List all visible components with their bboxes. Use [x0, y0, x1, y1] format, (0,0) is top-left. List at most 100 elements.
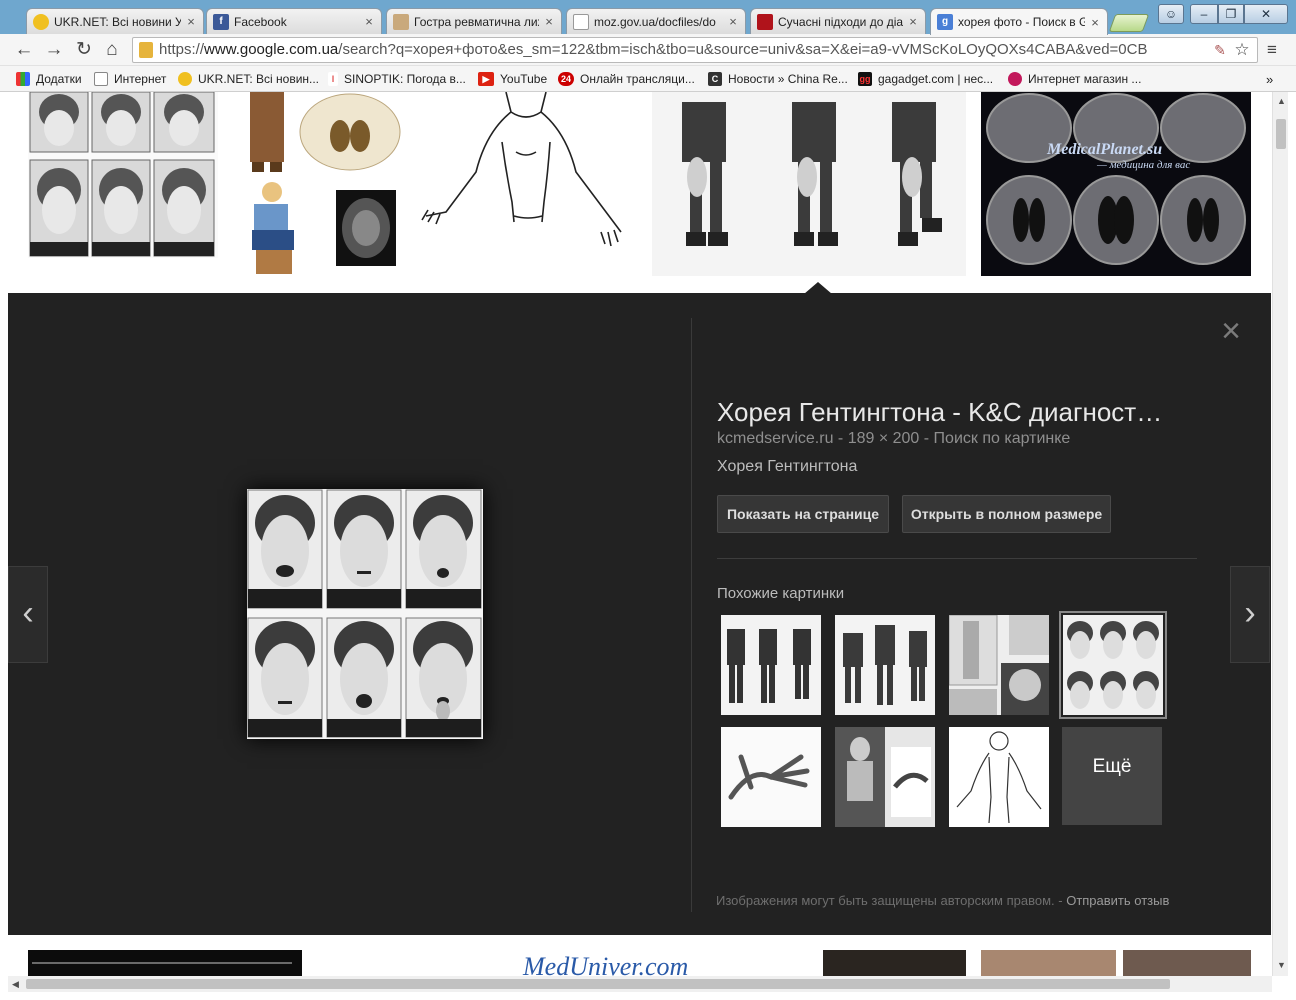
tab-modern-approaches[interactable]: Сучасні підходи до діаг × [750, 8, 926, 34]
close-tab-icon[interactable]: × [543, 14, 555, 29]
bookmark-label: Интернет магазин ... [1028, 72, 1142, 86]
preview-image[interactable] [247, 489, 483, 739]
tab-title: Сучасні підходи до діаг [778, 14, 903, 29]
dancing-boys-image [652, 92, 966, 276]
bookmark-internet[interactable]: Интернет [94, 70, 166, 88]
similar-image-1[interactable] [721, 615, 821, 715]
close-tab-icon[interactable]: × [907, 14, 919, 29]
result-image-bottom-1[interactable] [28, 950, 302, 976]
address-bar[interactable]: https://www.google.com.ua/search?q=хорея… [132, 37, 1258, 63]
similar-image-4-selected[interactable] [1059, 611, 1167, 719]
similar-image-7[interactable] [949, 727, 1049, 827]
result-image-anatomy[interactable] [232, 92, 402, 276]
bookmark-online-tv[interactable]: 24 Онлайн трансляци... [558, 70, 695, 88]
preview-title[interactable]: Хорея Гентингтона - K&C диагност… [717, 397, 1197, 428]
next-image-button[interactable]: › [1230, 566, 1270, 663]
reload-icon[interactable]: ↻ [72, 38, 96, 62]
similar-image-5[interactable] [721, 727, 821, 827]
user-icon[interactable]: ☺ [1158, 4, 1184, 24]
bookmark-shop[interactable]: Интернет магазин ... [1008, 70, 1141, 88]
horizontal-scroll-thumb[interactable] [26, 979, 1170, 989]
result-image-faces[interactable] [28, 92, 218, 258]
tab-google-search[interactable]: g хорея фото - Поиск в G × [930, 8, 1108, 35]
close-tab-icon[interactable]: × [185, 14, 197, 29]
tab-facebook[interactable]: f Facebook × [206, 8, 382, 34]
feedback-separator: - [1054, 893, 1067, 908]
result-image-bottom-4[interactable] [981, 950, 1116, 976]
meta-separator: - [833, 430, 848, 447]
forward-icon[interactable]: → [42, 38, 66, 62]
horizontal-scrollbar[interactable]: ◀ [8, 976, 1272, 992]
bookmark-label: YouTube [500, 72, 548, 86]
mri-scans-image: MedicalPlanet.su — медицина для вас [981, 92, 1251, 276]
bookmark-gagadget[interactable]: gg gagadget.com | нес... [858, 70, 993, 88]
result-image-bottom-3[interactable] [823, 950, 966, 976]
result-image-boys[interactable] [652, 92, 966, 276]
bookmark-label: Додатки [36, 72, 82, 86]
facebook-icon: f [213, 13, 229, 30]
scroll-down-icon[interactable]: ▼ [1277, 960, 1286, 970]
prev-image-button[interactable]: ‹ [8, 566, 48, 663]
result-image-mri[interactable]: MedicalPlanet.su — медицина для вас [981, 92, 1251, 276]
result-image-meduniver[interactable]: MedUniver.com [519, 950, 807, 976]
meduniver-logo-text: MedUniver.com [523, 952, 689, 976]
huntington-faces-image [247, 489, 483, 739]
close-tab-icon[interactable]: × [363, 14, 375, 29]
copyright-text: Изображения могут быть защищены авторски… [716, 893, 1055, 908]
window-close-icon[interactable]: ✕ [1244, 4, 1288, 24]
back-icon[interactable]: ← [12, 38, 36, 62]
show-on-page-button[interactable]: Показать на странице [717, 495, 889, 533]
meta-separator: - [919, 430, 934, 447]
vertical-scrollbar[interactable]: ▲ ▼ [1272, 92, 1288, 976]
menu-icon[interactable]: ≡ [1260, 38, 1284, 62]
result-image-drawing[interactable] [416, 92, 636, 276]
close-tab-icon[interactable]: × [1089, 15, 1101, 30]
bookmarks-overflow-icon[interactable]: » [1266, 70, 1273, 88]
minimize-icon[interactable]: – [1190, 4, 1218, 24]
home-icon[interactable]: ⌂ [100, 38, 124, 62]
bookmark-ukrnet[interactable]: UKR.NET: Всі новин... [178, 70, 319, 88]
bookmark-china-news[interactable]: C Новости » China Re... [708, 70, 848, 88]
body-drawing-image [416, 92, 636, 276]
search-by-image-link[interactable]: Поиск по картинке [934, 430, 1071, 447]
source-domain[interactable]: kcmedservice.ru [717, 430, 833, 447]
close-preview-icon[interactable]: × [1216, 314, 1246, 348]
similar-image-3[interactable] [949, 615, 1049, 715]
doc-icon [393, 13, 409, 30]
close-tab-icon[interactable]: × [727, 14, 739, 29]
more-similar-button[interactable]: Ещё [1062, 727, 1162, 825]
bookmark-label: SINOPTIK: Погода в... [344, 72, 466, 86]
maximize-icon[interactable]: ❐ [1218, 4, 1244, 24]
url-host: www.google.com.ua [204, 41, 339, 58]
bookmarks-bar: Додатки Интернет UKR.NET: Всі новин... ǀ… [0, 66, 1296, 92]
watermark-text: MedicalPlanet.su [1046, 141, 1162, 158]
gagadget-icon: gg [858, 72, 872, 86]
bookmark-apps[interactable]: Додатки [16, 70, 82, 88]
panel-separator [717, 558, 1197, 559]
bookmark-sinoptik[interactable]: ǀ SINOPTIK: Погода в... [328, 70, 466, 88]
similar-image-6[interactable] [835, 727, 935, 827]
similar-faces-image [1063, 615, 1163, 715]
send-feedback-link[interactable]: Отправить отзыв [1066, 893, 1169, 908]
vertical-scroll-thumb[interactable] [1276, 119, 1286, 149]
result-image-bottom-5[interactable] [1123, 950, 1251, 976]
tab-ukrnet[interactable]: UKR.NET: Всі новини Ук × [26, 8, 204, 34]
open-full-size-button[interactable]: Открыть в полном размере [902, 495, 1111, 533]
page-icon [94, 72, 108, 86]
bookmark-star-icon[interactable]: ☆ [1230, 38, 1254, 62]
tab-title: Гостра ревматична лих [414, 14, 539, 29]
image-results: MedicalPlanet.su — медицина для вас × ‹ … [8, 92, 1280, 976]
scroll-left-icon[interactable]: ◀ [12, 979, 19, 990]
tab-rheumatic[interactable]: Гостра ревматична лих × [386, 8, 562, 34]
scroll-up-icon[interactable]: ▲ [1277, 96, 1286, 106]
bookmark-label: gagadget.com | нес... [878, 72, 994, 86]
tab-moz[interactable]: moz.gov.ua/docfiles/do × [566, 8, 746, 34]
bookmark-youtube[interactable]: ▶ YouTube [478, 70, 547, 88]
preview-meta: kcmedservice.ru - 189 × 200 - Поиск по к… [717, 430, 1070, 448]
new-tab-button[interactable] [1108, 14, 1150, 32]
ukrnet-icon [33, 13, 49, 30]
browser-frame: UKR.NET: Всі новини Ук × f Facebook × Го… [0, 0, 1296, 92]
similar-image-2[interactable] [835, 615, 935, 715]
dark-screen-image [28, 950, 302, 976]
extension-icon[interactable]: ✎ [1208, 38, 1232, 62]
